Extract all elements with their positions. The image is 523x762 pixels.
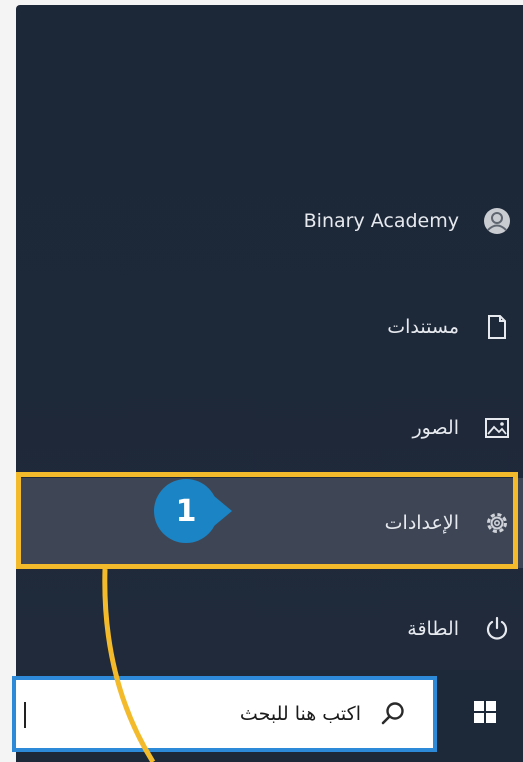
start-menu-item-documents[interactable]: مستندات	[16, 292, 523, 362]
power-icon	[483, 615, 511, 643]
avatar-icon	[483, 207, 511, 235]
step-callout: 1	[154, 479, 272, 543]
step-number: 1	[175, 493, 197, 529]
start-menu-item-label: الصور	[412, 417, 459, 439]
taskbar-search-box[interactable]: اكتب هنا للبحث	[12, 676, 437, 752]
start-menu-item-label: مستندات	[387, 316, 459, 338]
start-menu-item-label: الإعدادات	[384, 512, 459, 534]
start-button[interactable]	[455, 676, 515, 752]
start-menu-user[interactable]: Binary Academy	[16, 186, 523, 256]
step-number-badge: 1	[154, 479, 218, 543]
user-name: Binary Academy	[303, 210, 459, 232]
gear-icon	[483, 509, 511, 537]
screenshot-frame: Binary Academy مستندات الصور الإعدادات ا…	[0, 0, 523, 762]
start-menu-item-pictures[interactable]: الصور	[16, 393, 523, 463]
start-menu-item-power[interactable]: الطاقة	[16, 594, 523, 664]
picture-icon	[483, 414, 511, 442]
search-input[interactable]: اكتب هنا للبحث	[240, 703, 361, 725]
document-icon	[483, 313, 511, 341]
start-menu: Binary Academy مستندات الصور الإعدادات ا…	[16, 5, 523, 670]
search-icon	[379, 700, 407, 728]
start-menu-item-label: الطاقة	[407, 618, 459, 640]
windows-logo-icon	[473, 700, 497, 728]
text-caret	[24, 702, 26, 728]
